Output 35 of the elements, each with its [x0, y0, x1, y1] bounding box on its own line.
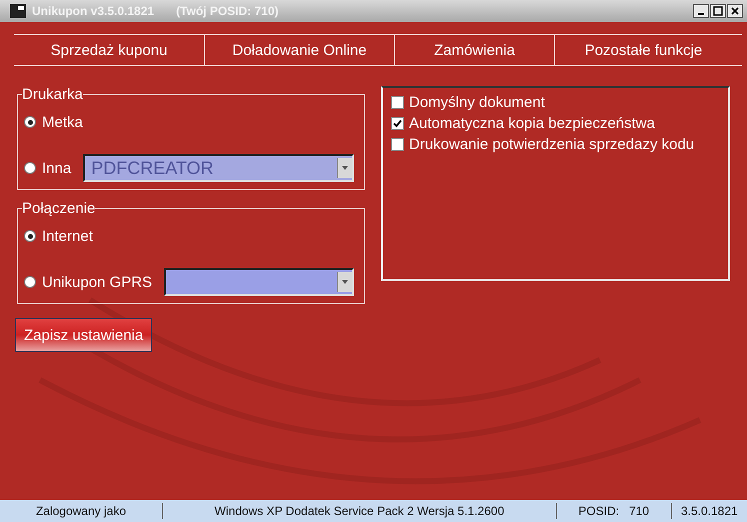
radio-button[interactable] [24, 116, 36, 128]
save-settings-button[interactable]: Zapisz ustawienia [15, 318, 152, 352]
radio-label[interactable]: Inna [42, 160, 72, 176]
close-button[interactable] [727, 4, 743, 18]
close-icon [730, 6, 740, 16]
checkbox-label[interactable]: Domyślny dokument [409, 94, 545, 111]
status-text: Zalogowany jako [34, 503, 128, 520]
group-title: Drukarka [22, 86, 83, 103]
minimize-button[interactable] [693, 4, 709, 18]
radio-button[interactable] [24, 276, 36, 288]
tab[interactable]: Zamówienia [394, 35, 554, 65]
checkbox[interactable] [391, 96, 404, 109]
maximize-button[interactable] [710, 4, 726, 18]
app-icon [10, 4, 26, 18]
tab[interactable]: Doładowanie Online [204, 35, 394, 65]
status-text: 3.5.0.1821 [680, 503, 739, 520]
checkbox[interactable] [391, 138, 404, 151]
status-text: Windows XP Dodatek Service Pack 2 Wersja 5.1.2600 [214, 503, 506, 520]
window-subtitle: (Twój POSID: 710) [176, 4, 279, 18]
radio-label[interactable]: Metka [42, 114, 83, 130]
radio-button[interactable] [24, 230, 36, 242]
tab[interactable]: Sprzedaż kuponu [14, 35, 204, 65]
checkbox-label[interactable]: Automatyczna kopia bezpieczeństwa [409, 115, 655, 132]
window-title: Unikupon v3.5.0.1821 [32, 4, 154, 18]
minimize-icon [698, 13, 704, 15]
radio-button[interactable] [24, 162, 36, 174]
radio-label[interactable]: Internet [42, 228, 93, 244]
group-title: Połączenie [22, 200, 96, 217]
maximize-icon [713, 6, 723, 16]
checkbox[interactable] [391, 117, 404, 130]
dropdown[interactable] [164, 268, 354, 296]
checkbox-label[interactable]: Drukowanie potwierdzenia sprzedazy kodu [409, 136, 694, 153]
radio-label[interactable]: Unikupon GPRS [42, 274, 152, 290]
status-text: POSID: 710 [577, 503, 650, 520]
tab[interactable]: Pozostałe funkcje [554, 35, 732, 65]
